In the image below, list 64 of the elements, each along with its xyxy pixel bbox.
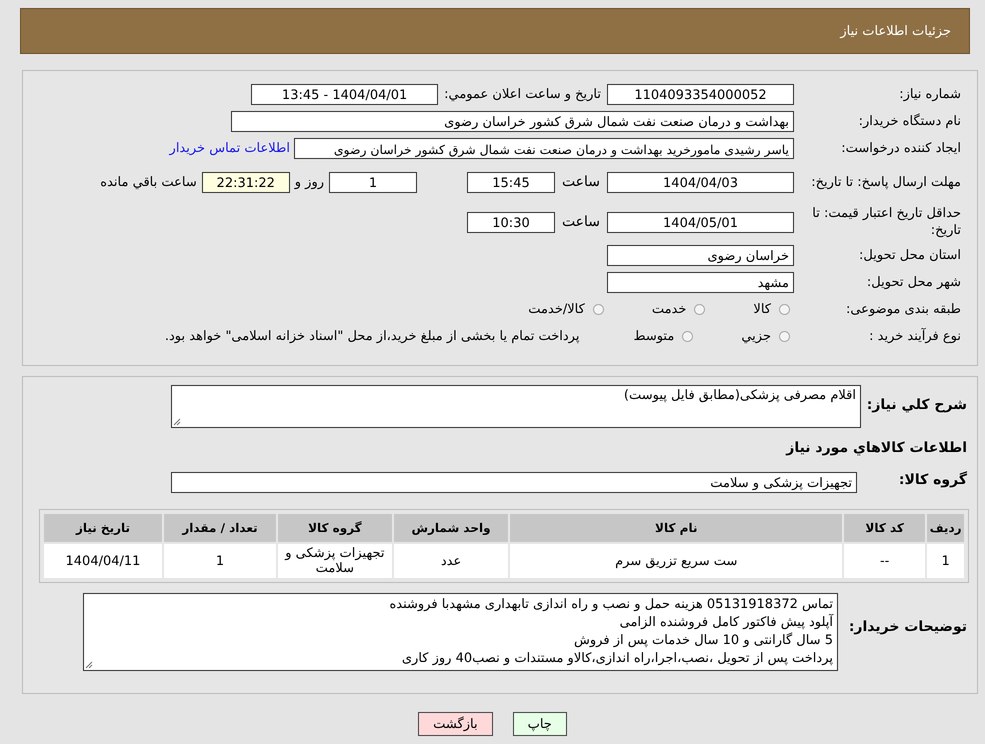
validity-time-field: 10:30 — [467, 212, 555, 232]
summary-textarea[interactable]: اقلام مصرفی پزشکی(مطابق فایل پیوست) — [171, 385, 861, 428]
announce-date-field: 1404/04/01 - 13:45 — [251, 84, 438, 105]
requester-field: یاسر رشیدی مامورخرید بهداشت و درمان صنعت نفت شمال شرق کشور خراسان رضوی — [294, 138, 794, 159]
days-label: روز و — [293, 174, 325, 190]
validity-date-field: 1404/05/01 — [607, 212, 794, 232]
note-line: آپلود پیش فاکتور کامل فروشنده الزامی — [618, 614, 833, 632]
payment-note: پرداخت تمام یا بخشی از مبلغ خرید،از محل "اسناد خزانه اسلامی" خواهد بود. — [164, 329, 580, 344]
summary-text: اقلام مصرفی پزشکی(مطابق فایل پیوست) — [624, 388, 856, 403]
print-button[interactable]: چاپ — [512, 712, 567, 736]
buyer-notes-textarea[interactable] — [83, 593, 838, 671]
field-label: استان محل تحویل: — [858, 248, 962, 263]
note-line: 5 سال گارانتی و 10 سال خدمات پس از فروش — [573, 632, 833, 650]
buyer-contact-link[interactable]: اطلاعات تماس خریدار — [170, 141, 294, 156]
field-label: توضیحات خریدار: — [848, 618, 968, 635]
need-number-field: 1104093354000052 — [607, 84, 794, 105]
note-line: تماس 05131918372 هزینه حمل و نصب و راه اندازی تابهداری مشهدبا فروشنده — [388, 596, 833, 614]
column-header: نام کالا — [510, 514, 842, 542]
note-line: پرداخت پس از تحویل ،نصب،اجرا،راه اندازی،کالاو مستندات و نصب40 روز کاری — [400, 650, 833, 668]
field-label: شرح کلي نیاز: — [869, 396, 968, 413]
buyer-field: بهداشت و درمان صنعت نفت شمال شرق کشور خراسان رضوی — [231, 111, 794, 132]
reply-time-field: 15:45 — [467, 172, 555, 192]
field-label: حداقل تاریخ اعتبار قیمت: تا تاریخ: — [811, 205, 962, 239]
resize-grip-icon[interactable] — [85, 661, 93, 669]
column-header: واحد شمارش — [394, 514, 508, 542]
column-header: تعداد / مقدار — [164, 514, 276, 542]
page-title: جزئیات اطلاعات نیاز — [840, 24, 951, 38]
column-header: ردیف — [927, 514, 964, 542]
radio-option[interactable]: جزيي — [741, 329, 790, 344]
radio-option[interactable]: متوسط — [633, 329, 694, 344]
back-button[interactable]: بازگشت — [418, 712, 493, 736]
table-cell: -- — [844, 544, 926, 578]
days-field: 1 — [329, 172, 417, 192]
field-label: نام دستگاه خریدار: — [858, 114, 962, 129]
radio-option[interactable]: خدمت — [652, 302, 706, 317]
resize-grip-icon[interactable] — [173, 418, 181, 426]
reply-date-field: 1404/04/03 — [607, 172, 794, 192]
city-field: مشهد — [607, 272, 794, 293]
column-header: تاریخ نیاز — [44, 514, 162, 542]
radio-option[interactable]: کالا — [753, 302, 790, 317]
field-label: نوع فرآیند خرید : — [868, 329, 962, 344]
field-label: طبقه بندی موضوعی: — [844, 302, 962, 317]
time-label: ساعت — [560, 214, 602, 230]
province-field: خراسان رضوی — [607, 245, 794, 266]
time-label: ساعت — [560, 174, 602, 190]
field-label: شهر محل تحویل: — [866, 275, 962, 290]
table-cell: عدد — [394, 544, 508, 578]
column-header: گروه کالا — [278, 514, 392, 542]
goods-group-field: تجهیزات پزشکی و سلامت — [171, 472, 857, 493]
field-label: ایجاد کننده درخواست: — [840, 141, 962, 156]
field-label: مهلت ارسال پاسخ: تا تاریخ: — [810, 174, 962, 190]
column-header: کد کالا — [844, 514, 926, 542]
remaining-label: ساعت باقي مانده — [99, 174, 198, 190]
remaining-time-field: 22:31:22 — [202, 172, 290, 192]
field-label: گروه کالا: — [898, 472, 968, 488]
radio-option[interactable]: کالا/خدمت — [528, 302, 604, 317]
table-cell: 1 — [164, 544, 276, 578]
field-label: شماره نیاز: — [898, 87, 962, 102]
table-cell: ست سریع تزریق سرم — [510, 544, 842, 578]
section-heading: اطلاعات کالاهاي مورد نیاز — [784, 439, 968, 458]
table-cell: 1404/04/11 — [44, 544, 162, 578]
field-label: تاریخ و ساعت اعلان عمومي: — [443, 87, 602, 102]
table-cell: 1 — [927, 544, 964, 578]
table-cell: تجهیزات پزشکی و سلامت — [278, 544, 392, 578]
